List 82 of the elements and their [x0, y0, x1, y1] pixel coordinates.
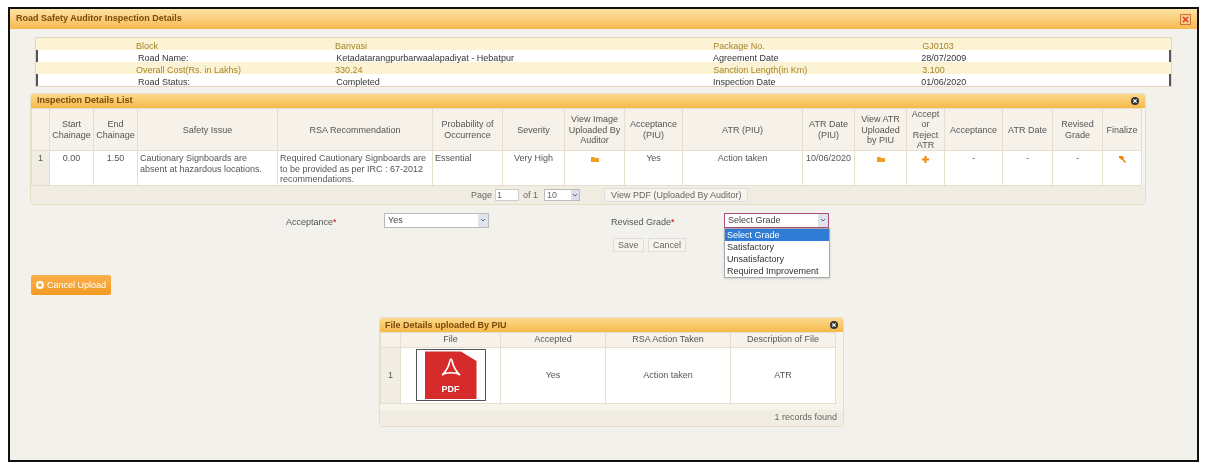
- column-header: Accepted: [500, 332, 606, 348]
- table-cell: Essential: [432, 150, 503, 186]
- column-header: RSA Recommendation: [277, 108, 433, 151]
- field-value: 330.24: [335, 65, 363, 75]
- table-cell: 1.50: [93, 150, 138, 186]
- column-header: Revised Grade: [1052, 108, 1103, 151]
- column-header: Safety Issue: [137, 108, 278, 151]
- pager-label: of 1: [523, 188, 539, 202]
- field-label: Inspection Date: [713, 77, 776, 87]
- table-cell: -: [944, 150, 1003, 186]
- column-header: View Image Uploaded By Auditor: [564, 108, 625, 151]
- column-header: Acceptance: [944, 108, 1003, 151]
- table-cell: -: [1052, 150, 1103, 186]
- table-cell: 10/06/2020: [802, 150, 855, 186]
- table-cell: Very High: [502, 150, 565, 186]
- table-cell: Cautionary Signboards are absent at hazardous locations.: [137, 150, 278, 186]
- close-button[interactable]: [1180, 13, 1191, 25]
- collapse-icon[interactable]: [1131, 97, 1139, 105]
- table-cell: Action taken: [605, 347, 731, 404]
- table-cell: -: [1002, 150, 1053, 186]
- field-label: Agreement Date: [713, 53, 779, 63]
- view-pdf-button[interactable]: View PDF (Uploaded By Auditor): [604, 188, 749, 203]
- page-size-select[interactable]: 10: [544, 189, 581, 202]
- window-title: Road Safety Auditor Inspection Details: [16, 12, 182, 26]
- field-label: Sanction Length(in Km): [713, 65, 808, 75]
- field-label: Road Status:: [138, 77, 191, 87]
- hammer-icon[interactable]: [1118, 155, 1126, 163]
- field-label: Overall Cost(Rs. in Lakhs): [136, 65, 242, 75]
- field-value: 28/07/2009: [921, 53, 967, 63]
- table-cell: Yes: [500, 347, 606, 404]
- column-header: RSA Action Taken: [605, 332, 731, 348]
- field-value: 01/06/2020: [921, 77, 967, 87]
- column-header: View ATR Uploaded by PIU: [854, 108, 907, 151]
- dropdown-option[interactable]: Required Improvement: [725, 265, 829, 278]
- dropdown-option[interactable]: Satisfactory: [725, 241, 829, 254]
- select-field[interactable]: Select Grade: [724, 213, 829, 229]
- field-value: GJ0103: [922, 41, 954, 51]
- field-value: Completed: [336, 77, 380, 87]
- close-icon: [1182, 15, 1189, 23]
- table-cell: 1: [31, 150, 50, 186]
- field-label: Block: [136, 41, 158, 51]
- select-field[interactable]: Yes: [384, 213, 489, 229]
- table-cell: Required Cautionary Signboards are to be provided as per IRC : 67-2012 recommendations.: [277, 150, 433, 186]
- cancel-icon: [36, 281, 44, 290]
- column-header: Start Chainage: [49, 108, 94, 151]
- folder-icon[interactable]: [876, 156, 885, 162]
- column-header: File: [400, 332, 501, 348]
- column-header: Probability of Occurrence: [432, 108, 503, 151]
- page-input[interactable]: 1: [495, 189, 520, 202]
- folder-icon[interactable]: [590, 156, 599, 162]
- panel-title: File Details uploaded By PIU: [385, 318, 507, 332]
- collapse-icon[interactable]: [830, 321, 838, 330]
- field-value: Banvasi: [335, 41, 368, 51]
- table-cell: 0.00: [49, 150, 94, 186]
- field-value: 3.100: [922, 65, 945, 75]
- column-header: ATR Date: [1002, 108, 1053, 151]
- field-label: Acceptance*: [286, 216, 337, 230]
- field-label: Revised Grade*: [611, 216, 675, 230]
- field-label: Road Name:: [138, 53, 189, 63]
- pager-label: Page: [471, 188, 493, 202]
- table-cell: 1: [380, 347, 401, 404]
- column-header: Finalize: [1102, 108, 1142, 151]
- column-header: End Chainage: [93, 108, 138, 151]
- column-header: Severity: [502, 108, 565, 151]
- column-header: Description of File: [730, 332, 836, 348]
- column-header: Accept or Reject ATR: [906, 108, 945, 151]
- table-cell: Yes: [624, 150, 683, 186]
- column-header: ATR (PIU): [682, 108, 803, 151]
- pdf-file-thumbnail[interactable]: PDF: [415, 349, 486, 402]
- table-cell: ATR: [730, 347, 836, 404]
- column-header: ATR Date (PIU): [802, 108, 855, 151]
- field-label: Package No.: [713, 41, 765, 51]
- field-value: Ketadatarangpurbarwaalapadiyat - Hebatpur: [336, 53, 514, 63]
- dropdown-option[interactable]: Unsatisfactory: [725, 253, 829, 266]
- records-count: 1 records found: [774, 411, 837, 425]
- panel-title: Inspection Details List: [37, 94, 133, 108]
- plus-icon[interactable]: [922, 155, 929, 163]
- form-button[interactable]: Cancel: [648, 238, 686, 253]
- form-button[interactable]: Save: [613, 238, 644, 253]
- table-cell: Action taken: [682, 150, 803, 186]
- column-header: Acceptance (PIU): [624, 108, 683, 151]
- dropdown-option[interactable]: Select Grade: [725, 229, 829, 242]
